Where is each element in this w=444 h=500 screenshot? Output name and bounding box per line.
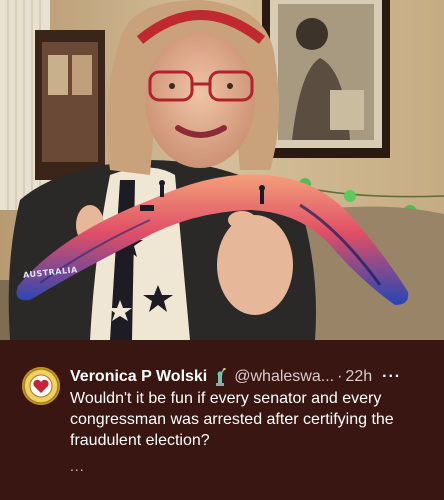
timestamp[interactable]: 22h <box>345 368 372 386</box>
handle[interactable]: @whaleswa... <box>234 368 334 386</box>
statue-of-liberty-icon <box>212 367 228 386</box>
separator-dot: · <box>337 368 343 385</box>
post-photo[interactable]: AUSTRALIA <box>0 0 444 340</box>
more-options-button[interactable]: ··· <box>382 368 401 386</box>
post-card: Veronica P Wolski @whaleswa... · 22h ···… <box>0 340 444 500</box>
post-truncation: ... <box>70 458 85 474</box>
photo-illustration <box>0 0 444 340</box>
post-header: Veronica P Wolski @whaleswa... · 22h ··· <box>70 366 428 388</box>
display-name[interactable]: Veronica P Wolski <box>70 368 207 386</box>
post-text: Wouldn't it be fun if every senator and … <box>70 390 394 449</box>
seal-avatar-icon <box>23 368 59 404</box>
avatar[interactable] <box>22 367 60 405</box>
